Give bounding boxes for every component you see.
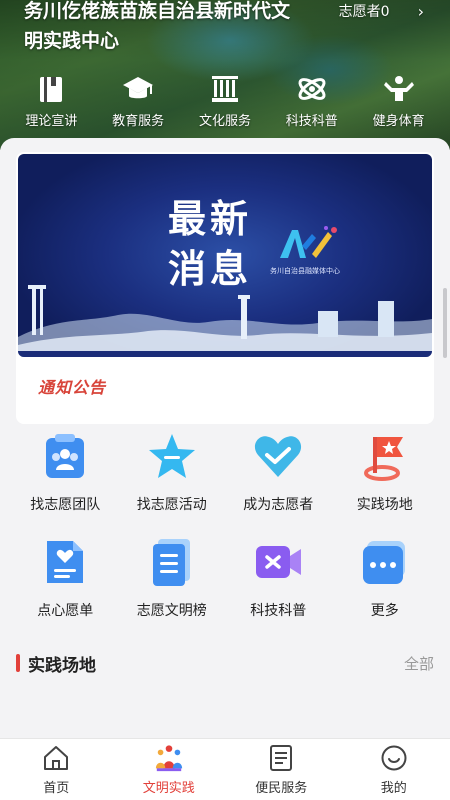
more-icon [357,534,413,590]
location-flag-icon [357,428,413,484]
grid-item-find-activity[interactable]: 找志愿活动 [119,428,226,514]
people-icon [154,743,184,773]
video-icon [250,534,306,590]
quick-nav: 理论宣讲 教育服务 文化服务 科技科普 健身体育 [0,72,450,129]
grid-item-label: 成为志愿者 [243,497,314,513]
section-header: 实践场地 全部 [16,650,434,676]
main-content: 最新 消息 务川自治县融媒体中心 通知公告 找志愿团队 找志愿活动 成为志愿者 … [0,138,450,738]
wish-doc-icon [37,534,93,590]
grid-item-label: 点心愿单 [37,603,94,619]
book-icon [34,72,68,106]
tab-profile[interactable]: 我的 [344,743,444,796]
view-all-link[interactable]: 全部 [404,653,434,674]
quick-nav-label: 健身体育 [372,114,425,129]
skyline-illustration [18,267,432,357]
quick-nav-label: 文化服务 [198,114,251,129]
document-icon [266,743,296,773]
quick-nav-label: 教育服务 [112,114,165,129]
quick-nav-fitness[interactable]: 健身体育 [356,72,442,129]
tab-label: 首页 [43,781,70,796]
banner-heading-line1: 最新 [168,196,253,241]
tab-home[interactable]: 首页 [6,743,106,796]
home-icon [41,743,71,773]
list-doc-icon [144,534,200,590]
quick-nav-label: 科技科普 [285,114,338,129]
section-accent-bar [16,654,20,672]
media-center-logo [276,224,340,268]
star-icon [144,428,200,484]
notice-tag[interactable]: 通知公告 [38,374,106,398]
grid-item-label: 志愿文明榜 [136,603,207,619]
quick-nav-theory[interactable]: 理论宣讲 [8,72,94,129]
atom-icon [295,72,329,106]
quick-nav-culture[interactable]: 文化服务 [182,72,268,129]
quick-nav-science[interactable]: 科技科普 [269,72,355,129]
news-banner[interactable]: 最新 消息 务川自治县融媒体中心 [18,154,432,357]
tab-label: 我的 [380,781,407,796]
quick-nav-education[interactable]: 教育服务 [95,72,181,129]
grid-item-practice-venue[interactable]: 实践场地 [332,428,439,514]
grid-item-become-volunteer[interactable]: 成为志愿者 [225,428,332,514]
org-title: 务川仡佬族苗族自治县新时代文明实践中心 [24,0,291,52]
grid-item-wish-list[interactable]: 点心愿单 [12,534,119,620]
volunteer-count: 志愿者0 [338,4,390,20]
profile-icon [379,743,409,773]
graduation-cap-icon [121,72,155,106]
grid-item-label: 实践场地 [356,497,413,513]
scrollbar[interactable] [443,288,447,358]
cultural-building-icon [208,72,242,106]
section-title: 实践场地 [28,655,96,676]
grid-item-find-team[interactable]: 找志愿团队 [12,428,119,514]
grid-item-label: 更多 [370,603,399,619]
chevron-right-icon: › [417,1,424,21]
news-card[interactable]: 最新 消息 务川自治县融媒体中心 通知公告 [16,152,434,424]
header-banner: 务川仡佬族苗族自治县新时代文明实践中心 志愿者0 › 理论宣讲 教育服务 文化服… [0,0,450,150]
quick-nav-label: 理论宣讲 [25,114,78,129]
grid-item-civility-ranking[interactable]: 志愿文明榜 [119,534,226,620]
volunteer-link[interactable]: 志愿者0 › [339,0,424,22]
tab-label: 便民服务 [255,781,308,796]
bottom-tab-bar: 首页 文明实践 便民服务 我的 [0,738,450,800]
grid-item-science[interactable]: 科技科普 [225,534,332,620]
grid-item-more[interactable]: 更多 [332,534,439,620]
grid-item-label: 找志愿团队 [30,497,101,513]
tab-civilization-practice[interactable]: 文明实践 [119,743,219,796]
grid-item-label: 找志愿活动 [136,497,207,513]
team-icon [37,428,93,484]
fitness-icon [382,72,416,106]
tab-convenience-services[interactable]: 便民服务 [231,743,331,796]
function-grid: 找志愿团队 找志愿活动 成为志愿者 实践场地 点心愿单 志愿文明榜 科技科普 更… [12,428,438,620]
tab-label: 文明实践 [142,781,195,796]
grid-item-label: 科技科普 [250,603,307,619]
heart-icon [250,428,306,484]
